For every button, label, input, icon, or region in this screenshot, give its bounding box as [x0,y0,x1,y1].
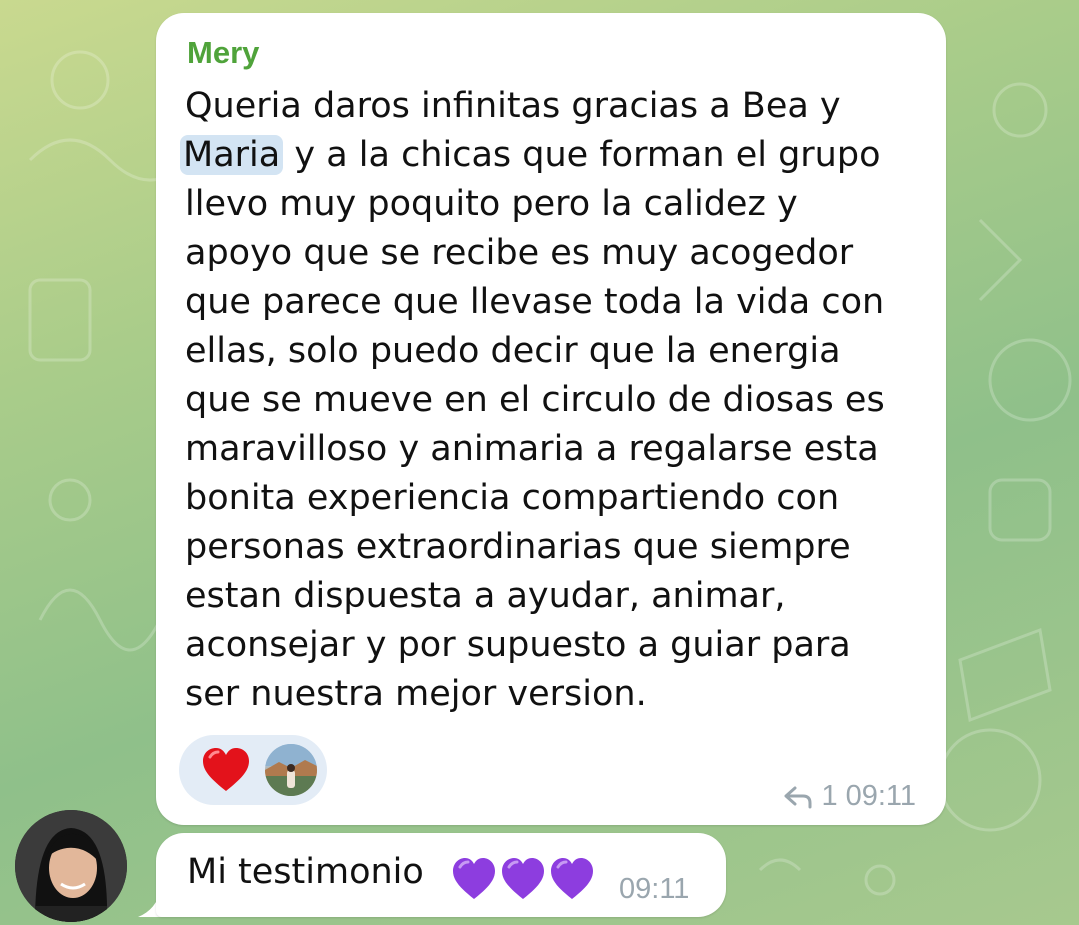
mention-maria[interactable]: Maria [180,135,284,175]
reactor-avatar-image [265,744,317,796]
message-text: Queria daros infinitas gracias a Bea y M… [180,82,925,719]
message-line: aconsejar y por supuesto a guiar para [185,625,851,665]
reactor-avatar[interactable] [265,744,317,796]
reply-arrow-icon [784,786,812,808]
red-heart-icon [203,748,249,791]
message-meta: 1 09:11 [783,780,916,813]
message-time: 09:11 [845,780,916,812]
message-text: Mi testimonio [187,852,424,892]
message-line: maravilloso y animaria a regalarse esta [185,429,879,469]
message-line: Queria daros infinitas gracias a Bea y [185,86,841,126]
purple-heart-icons [453,858,593,899]
message-line: ser nuestra mejor version. [185,674,647,714]
sender-avatar-image [15,810,127,922]
message-line: llevo muy poquito pero la calidez y [185,184,798,224]
message-line: que se mueve en el circulo de diosas es [185,380,885,420]
reaction-chip[interactable] [179,735,327,805]
sender-avatar[interactable] [15,810,127,922]
message-bubble-mery[interactable]: Mery Queria daros infinitas gracias a Be… [156,13,946,825]
message-bubble-testimonio[interactable]: Mi testimonio 09:11 [156,833,726,917]
message-line: que parece que llevase toda la vida con [185,282,885,322]
message-line: apoyo que se recibe es muy acogedor [185,233,854,273]
message-line: ellas, solo puedo decir que la energia [185,331,841,371]
message-line-with-mention: Maria y a la chicas que forman el grupo [180,131,925,180]
message-line: personas extraordinarias que siempre [185,527,851,567]
message-line: bonita experiencia compartiendo con [185,478,840,518]
sender-name[interactable]: Mery [187,35,259,71]
message-time: 09:11 [619,873,690,905]
message-line: estan dispuesta a ayudar, animar, [185,576,786,616]
reply-count[interactable]: 1 [821,780,837,813]
